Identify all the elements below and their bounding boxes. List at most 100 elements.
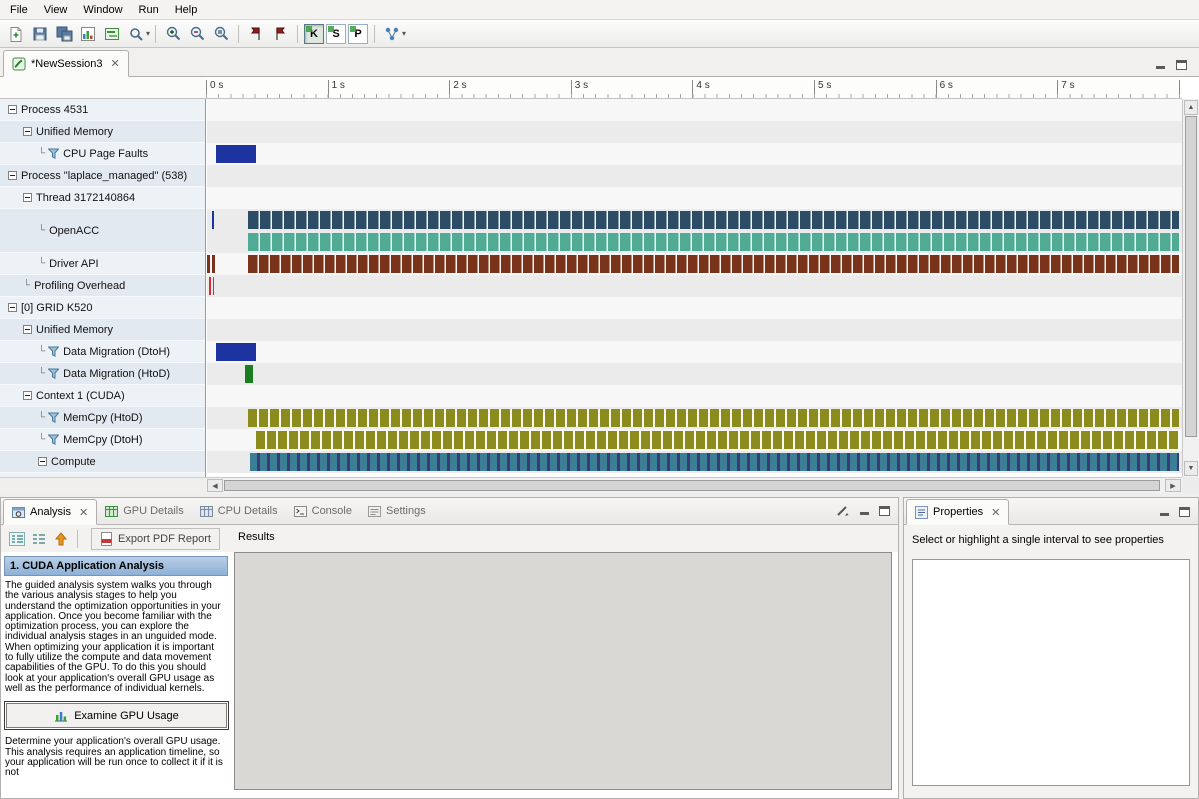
row-label-data-migration-dtoh[interactable]: └Data Migration (DtoH) — [0, 341, 205, 363]
interval-bar[interactable] — [248, 409, 1179, 427]
next-marker-button[interactable] — [268, 22, 292, 46]
collapse-toggle-icon[interactable] — [38, 457, 47, 466]
timeline-track-data-migration-dtoh[interactable] — [207, 341, 1182, 363]
row-label-memcpy-htod[interactable]: └MemCpy (HtoD) — [0, 407, 205, 429]
filter-icon[interactable] — [48, 434, 59, 445]
tab-cpu-details[interactable]: CPU Details — [192, 498, 286, 524]
row-label-0-grid-k520[interactable]: [0] GRID K520 — [0, 297, 205, 319]
guided-analysis-toggle[interactable] — [6, 528, 28, 550]
row-label-unified-memory[interactable]: Unified Memory — [0, 121, 205, 143]
timeline-track-unified-memory[interactable] — [207, 319, 1182, 341]
row-label-profiling-overhead[interactable]: └Profiling Overhead — [0, 275, 205, 297]
interval-bar[interactable] — [209, 277, 211, 295]
interval-bar[interactable] — [207, 255, 210, 273]
collapse-toggle-icon[interactable] — [23, 127, 32, 136]
row-label-driver-api[interactable]: └Driver API — [0, 253, 205, 275]
interval-bar[interactable] — [216, 145, 256, 163]
close-icon[interactable]: ✕ — [79, 506, 88, 519]
timeline-ruler[interactable]: 0 s1 s2 s3 s4 s5 s6 s7 s8 s — [206, 77, 1182, 99]
row-label-unified-memory[interactable]: Unified Memory — [0, 319, 205, 341]
interval-bar[interactable] — [212, 211, 214, 229]
interval-bar[interactable] — [212, 255, 215, 273]
zoom-out-button[interactable] — [185, 22, 209, 46]
timeline-track-openacc[interactable] — [207, 209, 1182, 253]
vertical-scroll-thumb[interactable] — [1185, 116, 1197, 437]
row-label-thread-3172140864[interactable]: Thread 3172140864 — [0, 187, 205, 209]
chevron-down-icon[interactable]: ▾ — [146, 29, 150, 38]
tab-console[interactable]: Console — [286, 498, 360, 524]
save-button[interactable] — [28, 22, 52, 46]
timeline-track-driver-api[interactable] — [207, 253, 1182, 275]
timeline-track-process-laplace-managed-538[interactable] — [207, 165, 1182, 187]
minimize-icon[interactable] — [1155, 60, 1166, 70]
unguided-analysis-toggle[interactable] — [28, 528, 50, 550]
process-timeline-toggle[interactable]: P — [348, 24, 368, 44]
chevron-down-icon[interactable]: ▾ — [402, 29, 406, 38]
close-icon[interactable]: ✕ — [991, 506, 1000, 519]
interval-bar[interactable] — [216, 343, 256, 361]
zoom-in-button[interactable] — [161, 22, 185, 46]
collapse-toggle-icon[interactable] — [23, 325, 32, 334]
timeline-track-cpu-page-faults[interactable] — [207, 143, 1182, 165]
close-icon[interactable]: ✕ — [111, 57, 120, 70]
tab-settings[interactable]: Settings — [360, 498, 434, 524]
session-tab[interactable]: *NewSession3 ✕ — [3, 50, 129, 77]
back-up-button[interactable] — [50, 528, 72, 550]
prev-marker-button[interactable] — [244, 22, 268, 46]
row-label-compute[interactable]: Compute — [0, 451, 205, 473]
timeline-track-thread-3172140864[interactable] — [207, 187, 1182, 209]
menu-item-help[interactable]: Help — [167, 2, 206, 18]
filter-icon[interactable] — [48, 148, 59, 159]
kernel-timeline-toggle[interactable]: K — [304, 24, 324, 44]
horizontal-scroll-thumb[interactable] — [224, 480, 1160, 491]
new-session-icon[interactable] — [4, 22, 28, 46]
timeline-track-compute[interactable] — [207, 451, 1182, 473]
examine-gpu-usage-button[interactable]: Examine GPU Usage — [6, 703, 227, 728]
collapse-toggle-icon[interactable] — [8, 171, 17, 180]
timeline-track-0-grid-k520[interactable] — [207, 297, 1182, 319]
filter-icon[interactable] — [48, 368, 59, 379]
maximize-icon[interactable] — [879, 506, 890, 516]
menu-item-file[interactable]: File — [2, 2, 36, 18]
vertical-scrollbar[interactable]: ▲ ▼ — [1182, 99, 1199, 477]
interval-bar[interactable] — [245, 365, 252, 383]
collapse-toggle-icon[interactable] — [23, 193, 32, 202]
tab-analysis[interactable]: Analysis✕ — [3, 499, 97, 525]
minimize-icon[interactable] — [859, 506, 870, 516]
save-all-button[interactable] — [52, 22, 76, 46]
generate-timeline-button[interactable] — [100, 22, 124, 46]
scroll-right-icon[interactable]: ▶ — [1165, 479, 1181, 492]
timeline-track-unified-memory[interactable] — [207, 121, 1182, 143]
maximize-icon[interactable] — [1176, 60, 1187, 70]
row-label-openacc[interactable]: └OpenACC — [0, 209, 205, 253]
profile-application-button[interactable] — [76, 22, 100, 46]
row-label-process-laplace-managed-538[interactable]: Process "laplace_managed" (538) — [0, 165, 205, 187]
timeline-track-memcpy-dtoh[interactable] — [207, 429, 1182, 451]
interval-bar[interactable] — [248, 233, 1178, 251]
scroll-up-icon[interactable]: ▲ — [1184, 100, 1198, 115]
row-label-memcpy-dtoh[interactable]: └MemCpy (DtoH) — [0, 429, 205, 451]
timeline-canvas[interactable] — [207, 99, 1182, 477]
interval-bar[interactable] — [248, 255, 1178, 273]
filter-icon[interactable] — [48, 412, 59, 423]
stream-timeline-toggle[interactable]: S — [326, 24, 346, 44]
scroll-left-icon[interactable]: ◀ — [207, 479, 223, 492]
minimize-icon[interactable] — [1159, 507, 1170, 517]
timeline-track-memcpy-htod[interactable] — [207, 407, 1182, 429]
timeline-track-profiling-overhead[interactable] — [207, 275, 1182, 297]
row-label-process-4531[interactable]: Process 4531 — [0, 99, 205, 121]
tab-properties[interactable]: Properties ✕ — [906, 499, 1009, 525]
collapse-toggle-icon[interactable] — [8, 105, 17, 114]
export-pdf-button[interactable]: Export PDF Report — [91, 528, 220, 550]
timeline-track-process-4531[interactable] — [207, 99, 1182, 121]
interval-bar[interactable] — [256, 431, 1179, 449]
timeline-track-data-migration-htod[interactable] — [207, 363, 1182, 385]
horizontal-scrollbar[interactable]: ◀ ▶ — [206, 477, 1182, 493]
row-label-data-migration-htod[interactable]: └Data Migration (HtoD) — [0, 363, 205, 385]
tab-gpu-details[interactable]: GPU Details — [97, 498, 192, 524]
menu-item-view[interactable]: View — [36, 2, 76, 18]
maximize-icon[interactable] — [1179, 507, 1190, 517]
analysis-menu-button[interactable] — [380, 22, 404, 46]
timeline-track-context-1-cuda[interactable] — [207, 385, 1182, 407]
menu-item-run[interactable]: Run — [131, 2, 167, 18]
